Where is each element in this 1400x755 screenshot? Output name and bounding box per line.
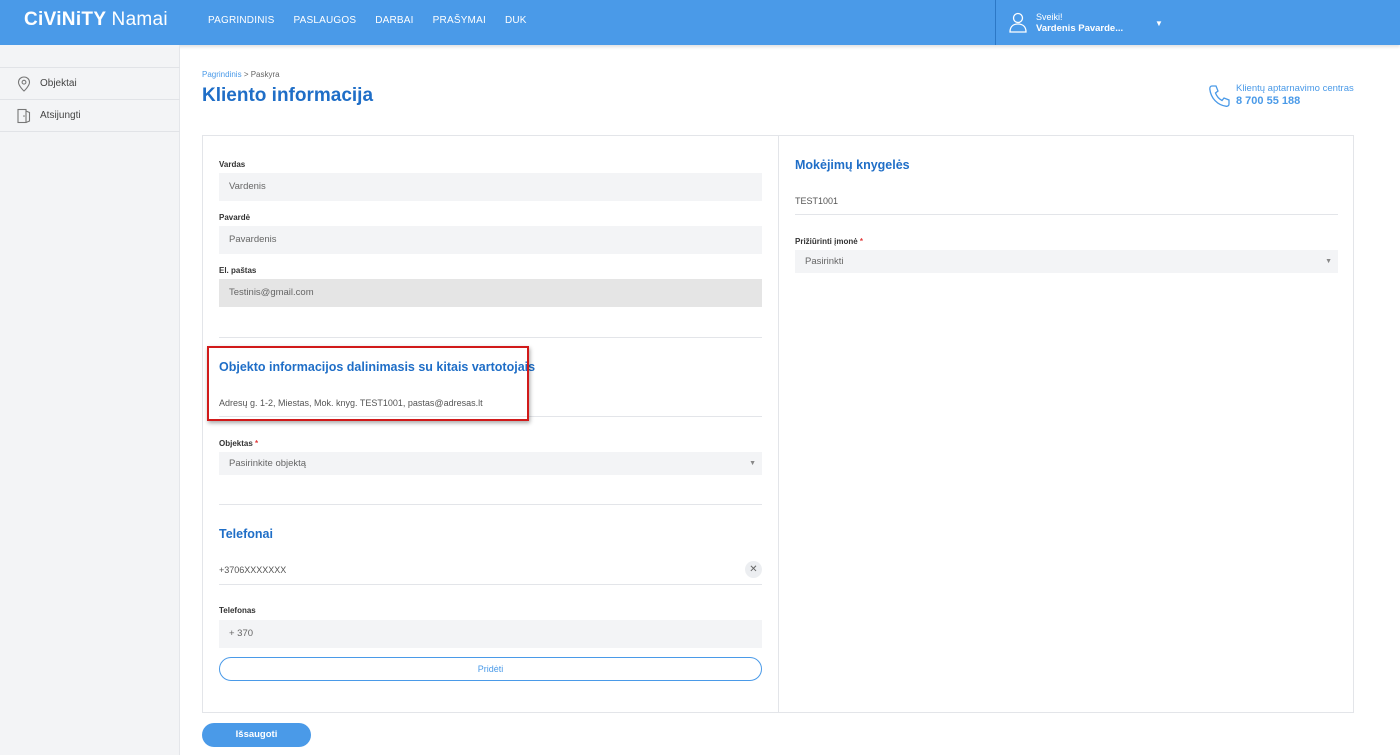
chevron-down-icon: ▼ — [749, 460, 756, 467]
required-asterisk: * — [859, 237, 864, 246]
logout-door-icon — [14, 106, 34, 126]
main-nav: PAGRINDINIS PASLAUGOS DARBAI PRAŠYMAI DU… — [208, 15, 546, 26]
logo-bold-text: CiViNiTY — [24, 9, 106, 30]
payment-book-underline — [795, 214, 1338, 215]
breadcrumb-home-link[interactable]: Pagrindinis — [202, 70, 242, 79]
phones-section-title: Telefonai — [219, 527, 273, 541]
customer-support[interactable]: Klientų aptarnavimo centras 8 700 55 188 — [1208, 82, 1358, 112]
breadcrumb-separator: > — [243, 70, 249, 79]
chevron-down-icon: ▼ — [1325, 258, 1332, 265]
email-field: Testinis@gmail.com — [219, 279, 762, 307]
phone-label: Telefonas — [219, 606, 256, 615]
user-icon — [1009, 12, 1027, 33]
required-asterisk: * — [255, 439, 259, 448]
company-select[interactable]: Pasirinkti ▼ — [795, 250, 1338, 273]
phone-icon — [1209, 85, 1230, 107]
last-name-input[interactable]: Pavardenis — [219, 226, 762, 254]
user-menu[interactable]: Sveiki! Vardenis Pavarde... ▼ — [995, 0, 1400, 45]
page-title: Kliento informacija — [202, 85, 374, 106]
company-label-text: Prižiūrinti įmonė — [795, 237, 858, 246]
sidebar: Objektai Atsijungti — [0, 45, 180, 755]
object-select[interactable]: Pasirinkite objektą ▼ — [219, 452, 762, 475]
object-select-value: Pasirinkite objektą — [229, 458, 307, 469]
company-select-value: Pasirinkti — [805, 256, 844, 267]
sidebar-divider — [0, 131, 180, 132]
nav-prasymai[interactable]: PRAŠYMAI — [433, 15, 486, 26]
location-pin-icon — [14, 74, 34, 94]
column-divider — [778, 135, 779, 713]
breadcrumb-current: Paskyra — [250, 70, 280, 79]
close-icon: ✕ — [749, 564, 758, 575]
nav-pagrindinis[interactable]: PAGRINDINIS — [208, 15, 274, 26]
sidebar-item-label: Objektai — [40, 78, 77, 89]
user-name: Vardenis Pavarde... — [1036, 23, 1124, 34]
support-phone[interactable]: 8 700 55 188 — [1236, 95, 1300, 107]
last-name-label: Pavardė — [219, 213, 251, 222]
object-label-text: Objektas — [219, 439, 253, 448]
top-navigation-bar: CiViNiTY Namai PAGRINDINIS PASLAUGOS DAR… — [0, 0, 1400, 45]
sidebar-item-atsijungti[interactable]: Atsijungti — [0, 99, 180, 131]
support-label: Klientų aptarnavimo centras — [1236, 83, 1354, 94]
civinity-logo[interactable]: CiViNiTY Namai — [24, 9, 168, 31]
nav-darbai[interactable]: DARBAI — [375, 15, 413, 26]
payment-books-title: Mokėjimų knygelės — [795, 158, 910, 172]
object-label: Objektas * — [219, 439, 258, 448]
highlight-box — [207, 346, 529, 421]
company-label: Prižiūrinti įmonė * — [795, 237, 863, 246]
logo-light-text: Namai — [111, 9, 168, 30]
existing-phone: +3706XXXXXXX — [219, 565, 287, 575]
nav-paslaugos[interactable]: PASLAUGOS — [293, 15, 356, 26]
breadcrumb: Pagrindinis > Paskyra — [202, 70, 280, 79]
sidebar-item-label: Atsijungti — [40, 110, 81, 121]
phone-underline — [219, 584, 762, 585]
section-divider — [219, 504, 762, 505]
payment-book-value: TEST1001 — [795, 196, 839, 206]
phone-input[interactable]: + 370 — [219, 620, 762, 648]
save-button[interactable]: Išsaugoti — [202, 723, 311, 747]
sidebar-item-objektai[interactable]: Objektai — [0, 67, 180, 99]
user-greeting: Sveiki! — [1036, 12, 1063, 22]
chevron-down-icon[interactable]: ▼ — [1155, 19, 1163, 28]
email-label: El. paštas — [219, 266, 257, 275]
section-divider — [219, 337, 762, 338]
add-phone-button[interactable]: Pridėti — [219, 657, 762, 681]
remove-phone-button[interactable]: ✕ — [745, 561, 762, 578]
first-name-label: Vardas — [219, 160, 246, 169]
first-name-input[interactable]: Vardenis — [219, 173, 762, 201]
nav-duk[interactable]: DUK — [505, 15, 527, 26]
